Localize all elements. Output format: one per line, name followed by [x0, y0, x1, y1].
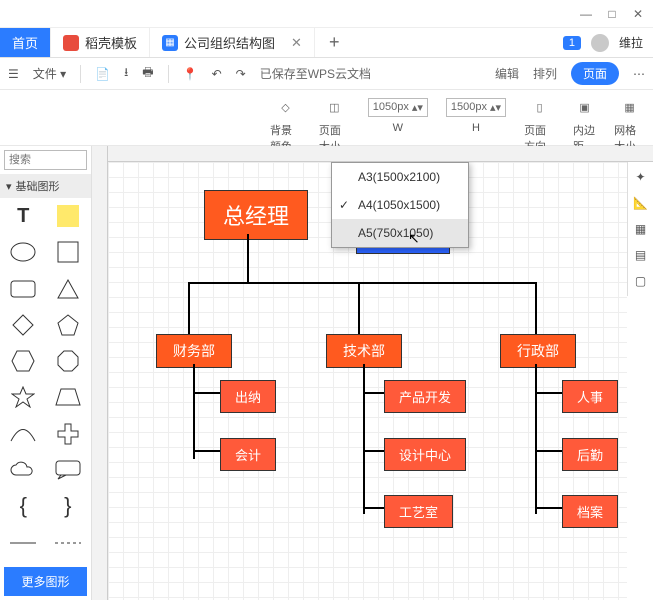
shape-diamond[interactable]: [4, 311, 43, 339]
node-leaf[interactable]: 工艺室: [384, 495, 453, 528]
shape-text[interactable]: T: [4, 202, 43, 230]
dropdown-option-a4[interactable]: ✓A4(1050x1500): [332, 191, 468, 219]
tab-label: 公司组织结构图: [184, 33, 275, 52]
shape-dashline[interactable]: [49, 529, 88, 557]
tab-label: 稻壳模板: [85, 33, 137, 52]
cursor-icon: ↖: [408, 230, 420, 247]
undo-icon[interactable]: ↶: [212, 67, 222, 81]
node-leaf[interactable]: 后勤: [562, 438, 618, 471]
ruler-horizontal: [108, 146, 653, 162]
node-dept-finance[interactable]: 财务部: [156, 334, 232, 368]
main-toolbar: ☰ 文件 ▾ 📄 ⭳ 🖶 📍 ↶ ↷ 已保存至WPS云文档 编辑 排列 页面 ⋯: [0, 58, 653, 90]
avatar[interactable]: [591, 34, 609, 52]
node-leaf[interactable]: 会计: [220, 438, 276, 471]
tab-document[interactable]: ▦ 公司组织结构图 ✕: [150, 28, 315, 57]
height-control[interactable]: 1500px▴▾H: [446, 96, 506, 134]
sidebar-section-basic[interactable]: ▾ 基础图形: [0, 174, 91, 198]
property-bar: ◇背景颜色 ◫页面大小 1050px▴▾W 1500px▴▾H ▯页面方向 ▣内…: [0, 90, 653, 146]
node-dept-tech[interactable]: 技术部: [326, 334, 402, 368]
more-shapes-button[interactable]: 更多图形: [4, 567, 87, 596]
shape-line[interactable]: [4, 529, 43, 557]
username: 维拉: [619, 34, 643, 51]
shape-brace-right[interactable]: }: [49, 492, 88, 520]
node-leaf[interactable]: 人事: [562, 380, 618, 413]
save-icon[interactable]: 📄: [95, 67, 110, 81]
tab-home[interactable]: 首页: [0, 28, 51, 57]
download-icon[interactable]: ⭳: [124, 63, 128, 84]
shape-callout[interactable]: [49, 456, 88, 484]
pagesize-dropdown: A3(1500x2100) ✓A4(1050x1500) A5(750x1050…: [331, 162, 469, 248]
template-icon: [63, 35, 79, 51]
menu-edit[interactable]: 编辑: [495, 65, 519, 82]
compass-icon[interactable]: ✦: [635, 170, 645, 184]
node-dept-admin[interactable]: 行政部: [500, 334, 576, 368]
shape-octagon[interactable]: [49, 347, 88, 375]
sidebar: ▾ 基础图形 T { } 更多图形: [0, 146, 92, 600]
save-status: 已保存至WPS云文档: [260, 65, 371, 82]
dropdown-option-a3[interactable]: A3(1500x2100): [332, 163, 468, 191]
search-input[interactable]: [4, 150, 87, 170]
format-painter-icon[interactable]: 📍: [183, 67, 198, 81]
minimize-button[interactable]: —: [579, 7, 593, 21]
shape-pentagon[interactable]: [49, 311, 88, 339]
redo-icon[interactable]: ↷: [236, 67, 246, 81]
tabbar: 首页 稻壳模板 ▦ 公司组织结构图 ✕ + 1 维拉: [0, 28, 653, 58]
close-icon[interactable]: ✕: [291, 35, 302, 51]
close-button[interactable]: ✕: [631, 7, 645, 21]
ruler-icon[interactable]: 📐: [633, 196, 648, 210]
shape-cloud[interactable]: [4, 456, 43, 484]
shape-palette: T { }: [0, 198, 91, 563]
dropdown-option-a5[interactable]: A5(750x1050): [332, 219, 468, 247]
file-menu[interactable]: 文件 ▾: [33, 65, 66, 82]
shape-star[interactable]: [4, 383, 43, 411]
shape-roundrect[interactable]: [4, 275, 43, 303]
node-leaf[interactable]: 产品开发: [384, 380, 466, 413]
shape-square[interactable]: [49, 238, 88, 266]
shape-cross[interactable]: [49, 420, 88, 448]
menu-page[interactable]: 页面: [571, 62, 619, 85]
notification-badge[interactable]: 1: [563, 36, 581, 50]
layer-icon[interactable]: ▦: [635, 222, 646, 236]
shape-triangle[interactable]: [49, 275, 88, 303]
outline-icon[interactable]: ▤: [635, 248, 646, 262]
node-leaf[interactable]: 设计中心: [384, 438, 466, 471]
shape-trapezoid[interactable]: [49, 383, 88, 411]
check-icon: ✓: [339, 198, 349, 212]
right-toolbar: ✦ 📐 ▦ ▤ ▢: [627, 162, 653, 296]
ruler-vertical: [92, 146, 108, 600]
node-leaf[interactable]: 出纳: [220, 380, 276, 413]
more-icon[interactable]: ⋯: [633, 67, 645, 81]
print-icon[interactable]: 🖶: [142, 63, 153, 84]
tab-add[interactable]: +: [315, 28, 354, 57]
shape-ellipse[interactable]: [4, 238, 43, 266]
menu-icon[interactable]: ☰: [8, 67, 19, 81]
titlebar: — □ ✕: [0, 0, 653, 28]
width-control[interactable]: 1050px▴▾W: [368, 96, 428, 134]
node-leaf[interactable]: 档案: [562, 495, 618, 528]
maximize-button[interactable]: □: [605, 7, 619, 21]
shape-arc[interactable]: [4, 420, 43, 448]
shape-hexagon[interactable]: [4, 347, 43, 375]
tab-template[interactable]: 稻壳模板: [51, 28, 150, 57]
canvas[interactable]: 总经理 副总经理 财务部 技术部 行政部 出纳 会计 产品开发 设计中心 工艺室: [108, 162, 627, 600]
shape-brace-left[interactable]: {: [4, 492, 43, 520]
canvas-area: 总经理 副总经理 财务部 技术部 行政部 出纳 会计 产品开发 设计中心 工艺室: [92, 146, 653, 600]
doc-icon: ▦: [162, 35, 178, 51]
shape-note[interactable]: [49, 202, 88, 230]
menu-arrange[interactable]: 排列: [533, 65, 557, 82]
node-root[interactable]: 总经理: [204, 190, 308, 240]
page-icon[interactable]: ▢: [635, 274, 646, 288]
